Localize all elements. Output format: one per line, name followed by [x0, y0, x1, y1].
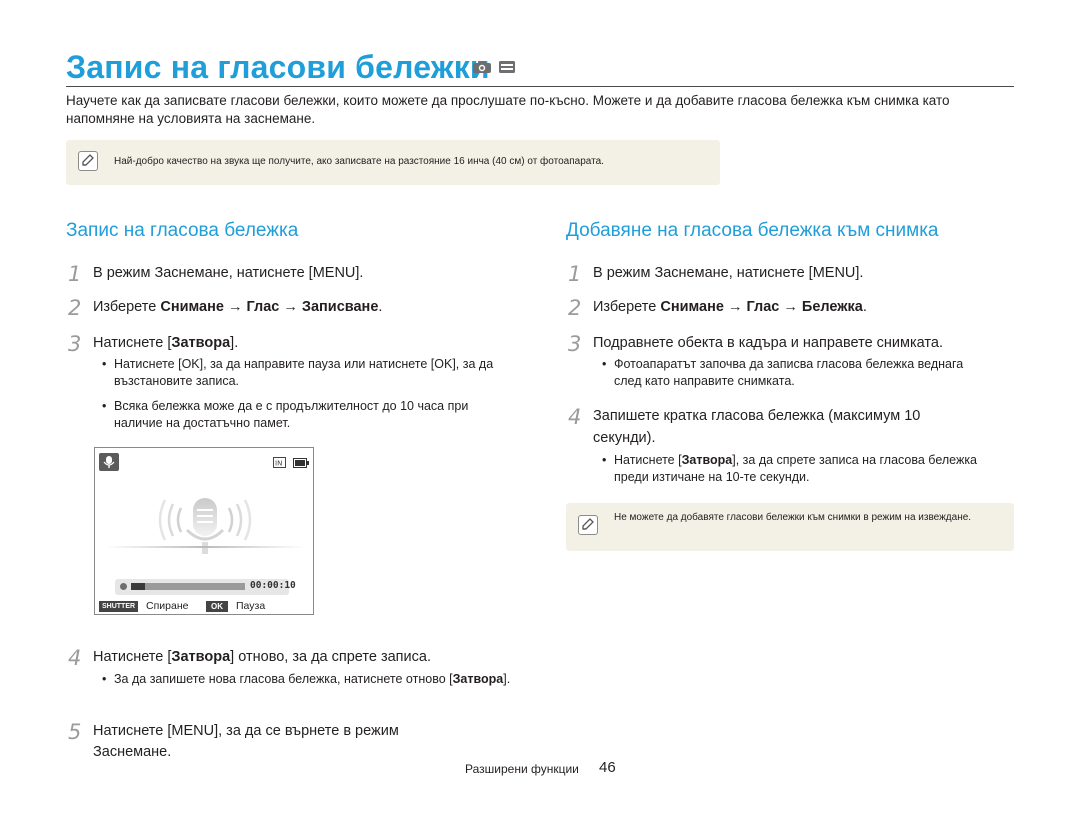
right-step3-text: Подравнете обекта в кадъра и направете с…: [593, 335, 943, 351]
left-step2-text: Изберете Снимане → Глас → Записване.: [93, 299, 383, 315]
right-bullet1: Фотоапаратът започва да записва гласова …: [602, 356, 984, 390]
note-pencil-icon: [578, 515, 598, 535]
right-step2-text: Изберете Снимане → Глас → Бележка.: [593, 299, 867, 315]
note-box-right: Не можете да добавяте гласови бележки къ…: [566, 503, 1014, 551]
left-step5-line1: Натиснете [MENU], за да се върнете в реж…: [93, 723, 399, 739]
page-title: Запис на гласови бележки: [66, 49, 490, 85]
memory-icon: IN: [273, 455, 289, 473]
left-bullet3: За да запишете нова гласова бележка, нат…: [102, 671, 514, 688]
note-pencil-icon: [78, 151, 98, 171]
voice-recording-screen: IN 00:00:10 SHUTTER Спиране OK Пауза: [94, 447, 314, 615]
reflection-line: [105, 546, 305, 548]
left-step5-num: 5: [68, 720, 82, 744]
note-text-top: Най-добро качество на звука ще получите,…: [114, 156, 604, 167]
ok-key-badge: OK: [206, 601, 228, 612]
recording-progress-fill: [131, 583, 145, 590]
left-step3-text: Натиснете [Затвора].: [93, 335, 239, 351]
right-step2-num: 2: [568, 296, 582, 320]
note-text-right: Не можете да добавяте гласови бележки къ…: [614, 512, 972, 523]
right-bullet2: Натиснете [Затвора], за да спрете записа…: [602, 452, 994, 486]
shutter-key-badge: SHUTTER: [99, 601, 139, 612]
recording-time: 00:00:10: [250, 580, 296, 591]
title-mode-icons: [472, 60, 516, 79]
left-step1-num: 1: [68, 262, 82, 286]
intro-text: Научете как да записвате гласови бележки…: [66, 93, 950, 126]
footer-section-label: Разширени функции: [465, 762, 579, 776]
ok-key-label: Пауза: [236, 600, 266, 612]
left-bullet1: Натиснете [OK], за да направите пауза ил…: [102, 356, 514, 390]
scene-mode-icon: [498, 60, 516, 79]
right-step3-num: 3: [568, 332, 582, 356]
left-heading: Запис на гласова бележка: [66, 220, 299, 241]
left-bullet2: Всяка бележка може да е с продължителнос…: [102, 398, 504, 432]
page-number: 46: [599, 759, 616, 776]
left-step2-num: 2: [68, 296, 82, 320]
right-step1-text: В режим Заснемане, натиснете [MENU].: [593, 265, 864, 281]
microphone-mode-icon: [99, 453, 119, 471]
battery-icon: [293, 455, 309, 473]
microphone-icon: [135, 490, 275, 575]
left-step4-num: 4: [68, 646, 82, 670]
record-dot-icon: [120, 583, 127, 590]
title-rule: [66, 86, 1014, 87]
right-heading: Добавяне на гласова бележка към снимка: [566, 220, 939, 241]
recording-progress-bar: [131, 583, 245, 590]
left-step1-text: В режим Заснемане, натиснете [MENU].: [93, 265, 364, 281]
left-step3-num: 3: [68, 332, 82, 356]
right-step4-line2: секунди).: [593, 430, 656, 446]
right-step4-line1: Запишете кратка гласова бележка (максиму…: [593, 408, 921, 424]
right-step1-num: 1: [568, 262, 582, 286]
right-step4-num: 4: [568, 405, 582, 429]
left-step5-line2: Заснемане.: [93, 744, 172, 760]
left-step4-text: Натиснете [Затвора] отново, за да спрете…: [93, 649, 431, 665]
note-box-top: Най-добро качество на звука ще получите,…: [66, 140, 720, 185]
camera-mode-icon: [472, 60, 492, 79]
shutter-key-label: Спиране: [146, 600, 189, 612]
svg-text:IN: IN: [275, 460, 282, 468]
